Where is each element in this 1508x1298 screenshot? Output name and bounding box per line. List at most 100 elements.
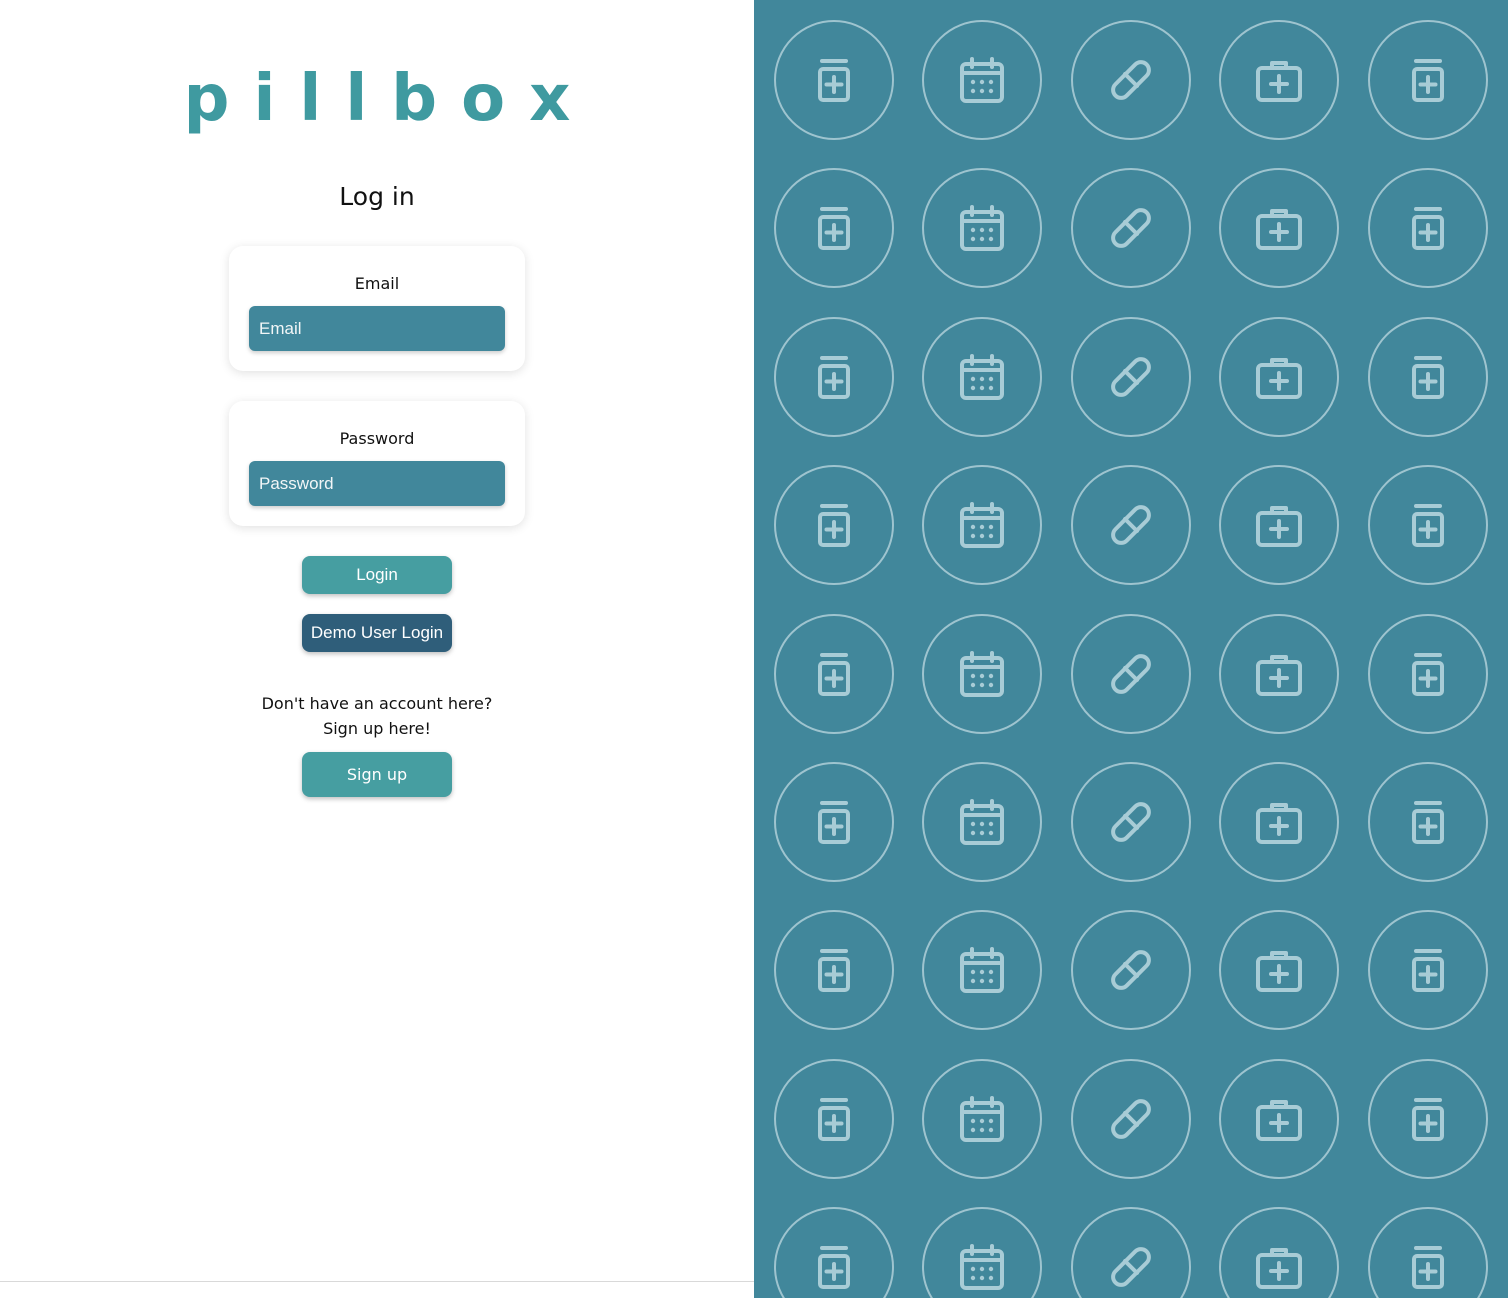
- medicine-bottle-icon: [809, 945, 859, 995]
- pattern-circle: [1219, 762, 1339, 882]
- medical-kit-icon: [1254, 203, 1304, 253]
- medicine-bottle-icon: [809, 55, 859, 105]
- calendar-icon: [957, 500, 1007, 550]
- email-input[interactable]: [249, 306, 505, 351]
- pill-icon: [1106, 55, 1156, 105]
- pattern-circle: [1071, 1207, 1191, 1298]
- medicine-bottle-icon: [1403, 797, 1453, 847]
- signup-prompt-line1: Don't have an account here?: [261, 694, 493, 713]
- pillbox-logo: pillbox: [183, 62, 595, 136]
- pattern-circle: [1219, 1207, 1339, 1298]
- pattern-circle: [922, 465, 1042, 585]
- pattern-circle: [1071, 317, 1191, 437]
- calendar-icon: [957, 352, 1007, 402]
- pattern-circle: [774, 614, 894, 734]
- pattern-circle: [1368, 465, 1488, 585]
- pill-icon: [1106, 649, 1156, 699]
- login-panel: pillbox Log in Email Password Login Demo…: [0, 0, 754, 1298]
- signup-button[interactable]: Sign up: [302, 752, 452, 797]
- medicine-bottle-icon: [1403, 203, 1453, 253]
- medicine-bottle-icon: [1403, 55, 1453, 105]
- medicine-bottle-icon: [1403, 1094, 1453, 1144]
- medical-kit-icon: [1254, 1094, 1304, 1144]
- medical-kit-icon: [1254, 55, 1304, 105]
- pill-icon: [1106, 1094, 1156, 1144]
- medicine-bottle-icon: [1403, 945, 1453, 995]
- pattern-circle: [1219, 317, 1339, 437]
- login-button[interactable]: Login: [302, 556, 452, 594]
- email-card: Email: [229, 246, 525, 371]
- medicine-bottle-icon: [809, 1094, 859, 1144]
- icon-pattern-panel: [754, 0, 1508, 1298]
- email-label: Email: [354, 274, 400, 293]
- pattern-circle: [774, 1207, 894, 1298]
- divider: [0, 1281, 754, 1282]
- medicine-bottle-icon: [809, 500, 859, 550]
- calendar-icon: [957, 1094, 1007, 1144]
- medical-kit-icon: [1254, 649, 1304, 699]
- pattern-circle: [1219, 1059, 1339, 1179]
- calendar-icon: [957, 203, 1007, 253]
- pattern-circle: [922, 1207, 1042, 1298]
- calendar-icon: [957, 1242, 1007, 1292]
- pill-icon: [1106, 352, 1156, 402]
- calendar-icon: [957, 945, 1007, 995]
- pattern-circle: [1219, 20, 1339, 140]
- medicine-bottle-icon: [809, 1242, 859, 1292]
- pattern-circle: [774, 1059, 894, 1179]
- pattern-circle: [1368, 1059, 1488, 1179]
- medicine-bottle-icon: [1403, 1242, 1453, 1292]
- medicine-bottle-icon: [1403, 500, 1453, 550]
- pattern-circle: [1368, 20, 1488, 140]
- medical-kit-icon: [1254, 500, 1304, 550]
- medical-kit-icon: [1254, 797, 1304, 847]
- pattern-circle: [774, 20, 894, 140]
- pill-icon: [1106, 1242, 1156, 1292]
- medical-kit-icon: [1254, 1242, 1304, 1292]
- pattern-circle: [1219, 465, 1339, 585]
- page-title: Log in: [339, 182, 415, 211]
- pattern-circle: [774, 168, 894, 288]
- password-card: Password: [229, 401, 525, 526]
- pattern-circle: [1071, 910, 1191, 1030]
- pattern-circle: [922, 20, 1042, 140]
- pattern-circle: [1071, 762, 1191, 882]
- calendar-icon: [957, 55, 1007, 105]
- pill-icon: [1106, 203, 1156, 253]
- pattern-circle: [774, 317, 894, 437]
- signup-prompt-line2: Sign up here!: [323, 719, 431, 738]
- password-label: Password: [339, 429, 415, 448]
- medicine-bottle-icon: [809, 352, 859, 402]
- pattern-circle: [1368, 762, 1488, 882]
- pattern-circle: [1368, 614, 1488, 734]
- calendar-icon: [957, 649, 1007, 699]
- medical-kit-icon: [1254, 352, 1304, 402]
- pattern-circle: [1219, 168, 1339, 288]
- pattern-circle: [922, 910, 1042, 1030]
- medical-kit-icon: [1254, 945, 1304, 995]
- pattern-circle: [1368, 910, 1488, 1030]
- pattern-circle: [1071, 20, 1191, 140]
- pattern-circle: [1071, 1059, 1191, 1179]
- pattern-circle: [1071, 465, 1191, 585]
- pill-icon: [1106, 945, 1156, 995]
- medicine-bottle-icon: [1403, 649, 1453, 699]
- pill-icon: [1106, 797, 1156, 847]
- pattern-circle: [922, 168, 1042, 288]
- password-input[interactable]: [249, 461, 505, 506]
- medicine-bottle-icon: [809, 797, 859, 847]
- pattern-circle: [1219, 614, 1339, 734]
- pattern-circle: [922, 762, 1042, 882]
- pattern-circle: [1368, 1207, 1488, 1298]
- pattern-circle: [1071, 168, 1191, 288]
- pattern-circle: [774, 762, 894, 882]
- pattern-circle: [1368, 168, 1488, 288]
- pattern-circle: [1219, 910, 1339, 1030]
- pattern-circle: [774, 910, 894, 1030]
- pattern-circle: [1071, 614, 1191, 734]
- pattern-circle: [922, 1059, 1042, 1179]
- demo-user-login-button[interactable]: Demo User Login: [302, 614, 452, 652]
- pattern-circle: [774, 465, 894, 585]
- medicine-bottle-icon: [809, 203, 859, 253]
- pill-icon: [1106, 500, 1156, 550]
